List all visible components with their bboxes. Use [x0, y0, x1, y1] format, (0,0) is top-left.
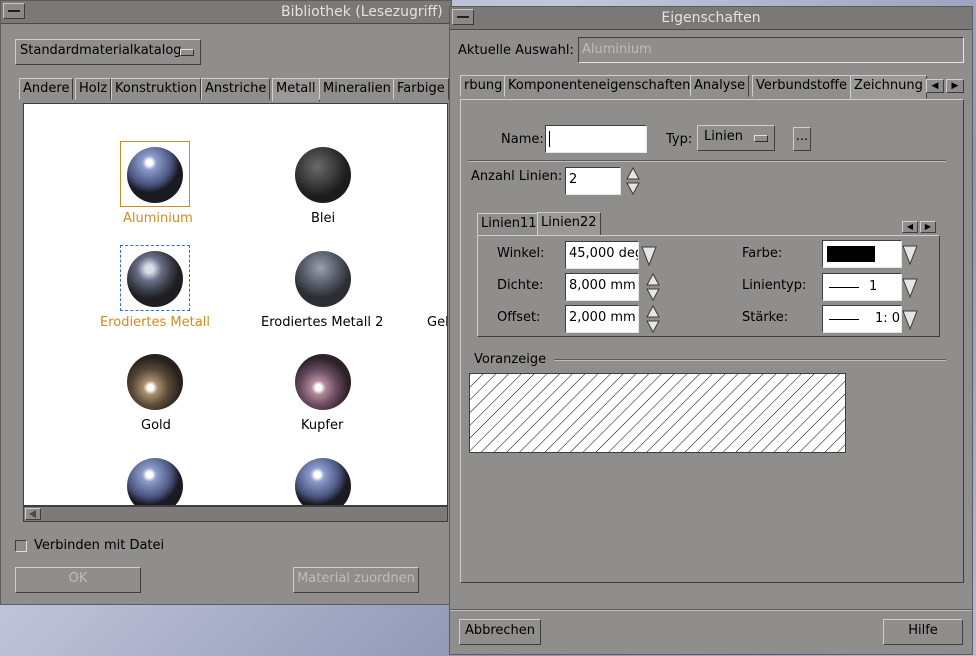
preview-label: Voranzeige: [474, 352, 547, 367]
properties-titlebar[interactable]: Eigenschaften: [450, 7, 972, 30]
tab-komponenteneigenschaften[interactable]: Komponenteneigenschaften: [504, 75, 695, 97]
cancel-button[interactable]: Abbrechen: [459, 619, 541, 645]
angle-input[interactable]: 45,000 deg: [565, 241, 639, 269]
color-swatch: [827, 246, 875, 262]
aluminium-sphere-icon: [127, 147, 183, 203]
tab-mineralien[interactable]: Mineralien: [319, 78, 395, 100]
linetype-select[interactable]: 1: [822, 273, 902, 301]
property-tab-bar: rbung Komponenteneigenschaften Analyse V…: [460, 75, 970, 99]
eroded-metal-sphere-icon: [127, 251, 183, 307]
material-label-erodiertes-metall-2: Erodiertes Metall 2: [261, 315, 384, 330]
offset-input[interactable]: 2,000 mm: [565, 305, 639, 333]
density-spinner-icon[interactable]: [646, 273, 660, 301]
tab-faerbung[interactable]: rbung: [460, 75, 507, 97]
current-selection-field: Aluminium: [578, 37, 964, 63]
window-menu-button[interactable]: [3, 3, 25, 19]
tab-verbundstoffe[interactable]: Verbundstoffe: [752, 75, 851, 97]
type-label: Typ:: [666, 132, 693, 147]
tab-linien11[interactable]: Linien11: [477, 213, 541, 235]
footer-separator: [450, 609, 972, 611]
tab-scroll-right-icon[interactable]: ▶: [946, 79, 964, 93]
tab-metall[interactable]: Metall: [272, 78, 320, 102]
properties-window: Eigenschaften Aktuelle Auswahl: Aluminiu…: [449, 6, 973, 655]
properties-title: Eigenschaften: [661, 10, 761, 26]
material-sphere-icon[interactable]: [295, 458, 351, 505]
angle-label: Winkel:: [497, 246, 545, 261]
name-input[interactable]: [545, 125, 647, 153]
name-label: Name:: [501, 132, 544, 147]
library-title: Bibliothek (Lesezugriff): [281, 4, 443, 20]
offset-spinner-icon[interactable]: [646, 305, 660, 333]
lead-sphere-icon[interactable]: [295, 147, 351, 203]
weight-dropdown-icon[interactable]: [901, 305, 919, 333]
material-label-kupfer: Kupfer: [301, 418, 344, 433]
tab-holz[interactable]: Holz: [75, 78, 112, 100]
angle-dropdown-icon[interactable]: [640, 241, 658, 269]
linetype-dropdown-icon[interactable]: [901, 273, 919, 301]
tab-scroll-left-icon[interactable]: ◀: [926, 79, 944, 93]
copper-sphere-icon[interactable]: [295, 354, 351, 410]
linetype-label: Linientyp:: [742, 278, 807, 293]
material-grid: Aluminium Blei Erodiertes Metall Erodier…: [23, 103, 448, 506]
type-select[interactable]: Linien: [697, 125, 775, 151]
subtab-scroll-left-icon[interactable]: ◀: [902, 221, 918, 233]
tab-konstruktion[interactable]: Konstruktion: [111, 78, 201, 100]
color-dropdown-icon[interactable]: [901, 240, 919, 268]
option-menu-icon: [180, 49, 194, 56]
tab-andere[interactable]: Andere: [19, 78, 74, 100]
tab-anstriche[interactable]: Anstriche: [201, 78, 271, 100]
tab-analyse[interactable]: Analyse: [690, 75, 750, 97]
separator: [468, 160, 946, 162]
ok-button[interactable]: OK: [15, 567, 141, 593]
weight-value: 1: 0: [875, 311, 901, 326]
current-selection-label: Aktuelle Auswahl:: [458, 43, 574, 58]
line-count-input[interactable]: 2: [565, 167, 621, 195]
scroll-left-icon[interactable]: [25, 508, 41, 520]
material-label-blei: Blei: [311, 211, 336, 226]
material-label-gold: Gold: [141, 418, 171, 433]
material-tab-bar: Andere Holz Konstruktion Anstriche Metal…: [19, 78, 449, 102]
material-sphere-icon[interactable]: [127, 458, 183, 505]
gold-sphere-icon[interactable]: [127, 354, 183, 410]
density-input[interactable]: 8,000 mm: [565, 273, 639, 301]
eroded-metal-2-sphere-icon[interactable]: [295, 251, 351, 307]
line-count-spinner-icon[interactable]: [626, 167, 640, 195]
horizontal-scrollbar[interactable]: [23, 506, 448, 522]
assign-material-button[interactable]: Material zuordnen: [293, 567, 419, 593]
weight-select[interactable]: 1: 0: [822, 305, 902, 333]
preview-separator: [554, 359, 946, 361]
type-select-value: Linien: [704, 129, 743, 144]
hatch-preview: [469, 373, 846, 453]
window-menu-button[interactable]: [452, 9, 474, 25]
text-cursor-icon: [549, 131, 550, 147]
material-label-gel[interactable]: Gel: [427, 315, 447, 330]
catalog-select-value: Standardmaterialkatalog: [20, 43, 182, 58]
link-file-checkbox[interactable]: [15, 540, 27, 552]
link-file-label: Verbinden mit Datei: [34, 538, 165, 553]
material-label-aluminium: Aluminium: [123, 211, 193, 226]
library-window: Bibliothek (Lesezugriff) Standardmateria…: [0, 0, 452, 605]
tab-farbige[interactable]: Farbige: [393, 78, 449, 100]
line-count-label: Anzahl Linien:: [471, 169, 563, 184]
linetype-sample: [829, 287, 859, 288]
option-menu-icon: [754, 135, 768, 142]
tab-linien22[interactable]: Linien22: [537, 212, 601, 236]
linetype-value: 1: [869, 279, 878, 294]
subtab-scroll-right-icon[interactable]: ▶: [920, 221, 936, 233]
density-label: Dichte:: [497, 278, 544, 293]
material-label-erodiertes-metall: Erodiertes Metall: [100, 315, 210, 330]
weight-sample: [829, 319, 859, 320]
color-picker[interactable]: [822, 240, 902, 268]
help-button[interactable]: Hilfe: [883, 619, 963, 645]
offset-label: Offset:: [497, 310, 541, 325]
catalog-select[interactable]: Standardmaterialkatalog: [15, 39, 201, 65]
tab-zeichnung[interactable]: Zeichnung: [850, 75, 927, 99]
color-label: Farbe:: [742, 246, 783, 261]
library-titlebar[interactable]: Bibliothek (Lesezugriff): [1, 1, 451, 24]
weight-label: Stärke:: [742, 310, 789, 325]
more-options-button[interactable]: ...: [793, 127, 811, 151]
